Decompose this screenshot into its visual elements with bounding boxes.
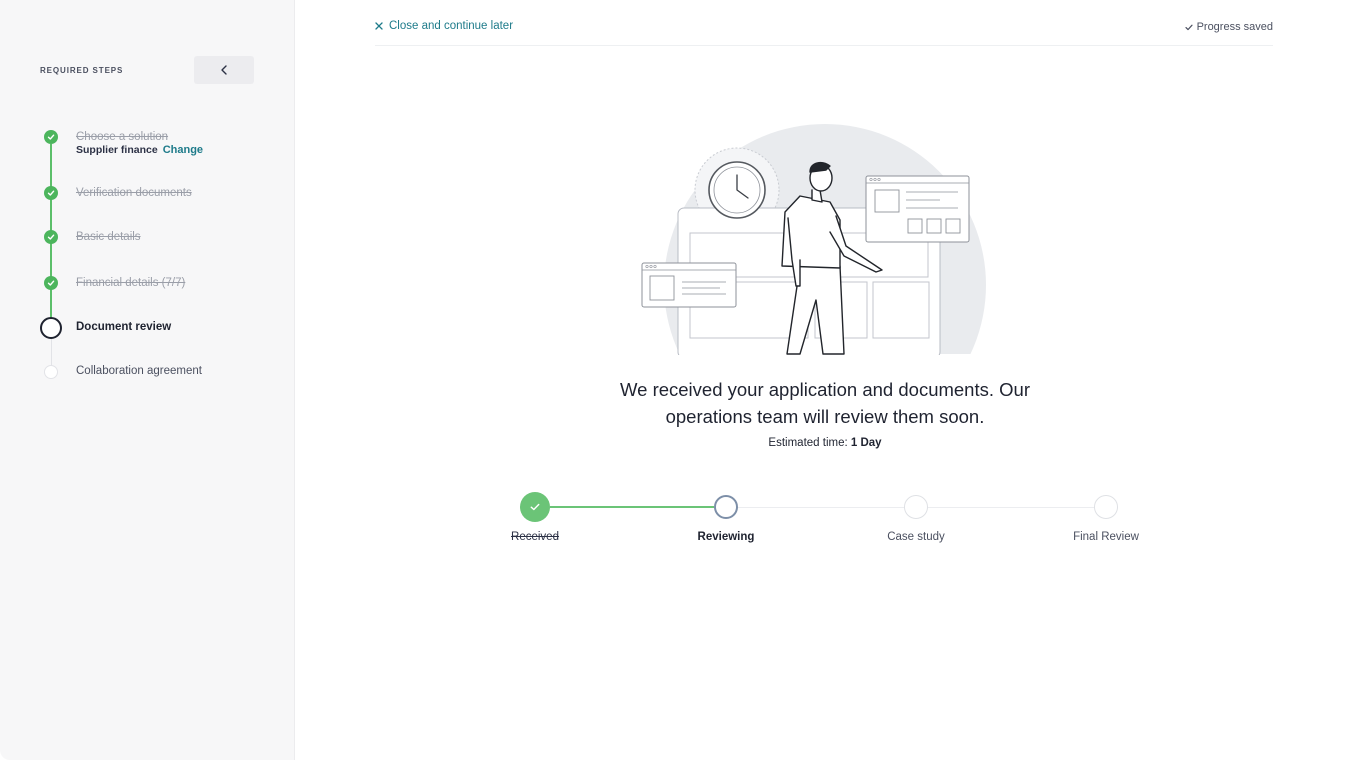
close-icon	[375, 22, 383, 30]
stage-reviewing-icon	[714, 495, 738, 519]
step-current-icon	[40, 317, 62, 339]
check-icon	[1184, 24, 1193, 30]
tracker-line-pending	[738, 507, 904, 508]
estimated-time-label: Estimated time:	[768, 437, 848, 449]
tracker-line-pending	[928, 507, 1094, 508]
stage-case-study-label: Case study	[887, 531, 945, 543]
stage-received-icon	[520, 492, 550, 522]
collapse-sidebar-button[interactable]	[194, 56, 254, 84]
step-pending-icon	[44, 365, 58, 379]
step-connector-pending	[51, 338, 52, 368]
progress-saved-label: Progress saved	[1196, 21, 1273, 33]
selected-solution-value: Supplier finance	[76, 144, 158, 156]
stage-reviewing-label: Reviewing	[697, 531, 755, 543]
close-continue-later-link[interactable]: Close and continue later	[375, 20, 513, 32]
estimated-time: Estimated time: 1 Day	[525, 437, 1125, 449]
stage-received-label: Received	[511, 531, 559, 543]
top-bar: Close and continue later Progress saved	[375, 0, 1273, 46]
stage-final-review-icon	[1094, 495, 1118, 519]
review-illustration	[641, 124, 986, 355]
stage-case-study-icon	[904, 495, 928, 519]
confirmation-headline-line-2: operations team will review them soon.	[665, 406, 985, 427]
step-complete-icon	[44, 186, 58, 200]
step-basic-details[interactable]: Basic details	[76, 231, 141, 243]
step-collaboration-agreement[interactable]: Collaboration agreement	[76, 365, 202, 377]
step-complete-icon	[44, 230, 58, 244]
step-complete-icon	[44, 276, 58, 290]
required-steps-heading: REQUIRED STEPS	[40, 66, 124, 75]
estimated-time-value: 1 Day	[850, 437, 882, 449]
confirmation-headline: We received your application and documen…	[525, 376, 1125, 430]
sidebar: REQUIRED STEPS Choose a solution Supplie…	[0, 0, 295, 760]
step-choose-solution[interactable]: Choose a solution	[76, 131, 168, 143]
step-complete-icon	[44, 130, 58, 144]
change-solution-link[interactable]: Change	[163, 144, 203, 156]
chevron-left-icon	[221, 65, 227, 75]
confirmation-headline-line-1: We received your application and documen…	[620, 379, 1030, 400]
step-document-review[interactable]: Document review	[76, 321, 171, 333]
progress-saved-status: Progress saved	[1184, 21, 1273, 33]
selected-solution-row: Supplier finance Change	[76, 144, 203, 156]
stage-final-review-label: Final Review	[1073, 531, 1139, 543]
step-financial-details[interactable]: Financial details (7/7)	[76, 277, 185, 289]
close-continue-later-label: Close and continue later	[389, 20, 514, 32]
tracker-line-complete	[550, 506, 714, 508]
step-verification-documents[interactable]: Verification documents	[76, 187, 192, 199]
